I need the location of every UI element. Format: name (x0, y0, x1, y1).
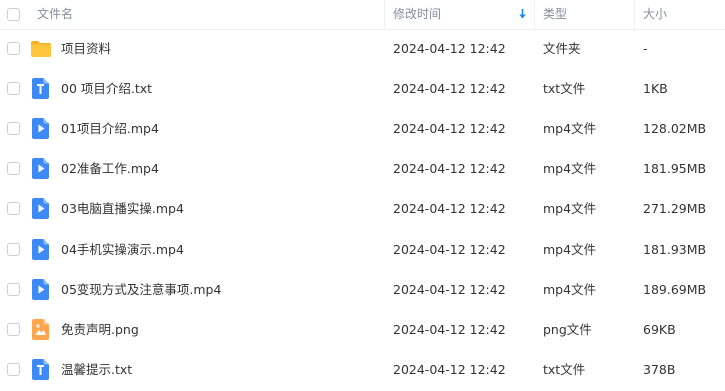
file-row[interactable]: 00 项目介绍.txt 2024-04-12 12:42 txt文件 1KB (0, 69, 725, 109)
row-checkbox[interactable] (7, 202, 20, 216)
file-name[interactable]: 项目资料 (61, 29, 111, 69)
file-size: 189.69MB (643, 281, 707, 297)
file-modified-time: 2024-04-12 12:42 (393, 161, 506, 177)
file-name[interactable]: 03电脑直播实操.mp4 (61, 189, 184, 229)
image-file-icon (32, 318, 49, 340)
file-modified-time: 2024-04-12 12:42 (393, 201, 506, 217)
file-size: 378B (643, 361, 676, 377)
file-name[interactable]: 04手机实操演示.mp4 (61, 230, 184, 270)
file-name[interactable]: 01项目介绍.mp4 (61, 109, 159, 149)
file-modified-time: 2024-04-12 12:42 (393, 41, 506, 56)
file-size: 271.29MB (643, 201, 707, 217)
column-divider[interactable] (534, 0, 535, 29)
file-type: png文件 (543, 321, 592, 337)
file-type: mp4文件 (543, 201, 597, 217)
row-checkbox[interactable] (7, 242, 20, 256)
video-file-icon (32, 238, 49, 260)
file-type: 文件夹 (543, 41, 581, 56)
video-file-icon (32, 278, 49, 300)
file-modified-time: 2024-04-12 12:42 (393, 241, 506, 257)
row-checkbox[interactable] (7, 122, 20, 136)
file-modified-time: 2024-04-12 12:42 (393, 281, 506, 297)
file-size: 1KB (643, 81, 668, 97)
video-file-icon (32, 198, 49, 220)
file-modified-time: 2024-04-12 12:42 (393, 81, 506, 97)
column-header-type[interactable]: 类型 (543, 0, 567, 29)
file-type: mp4文件 (543, 241, 597, 257)
file-type: mp4文件 (543, 121, 597, 137)
file-row[interactable]: 05变现方式及注意事项.mp4 2024-04-12 12:42 mp4文件 189.… (0, 270, 725, 310)
file-size: 181.93MB (643, 241, 707, 257)
file-type: txt文件 (543, 361, 586, 377)
file-name[interactable]: 温馨提示.txt (61, 350, 132, 390)
file-row[interactable]: 01项目介绍.mp4 2024-04-12 12:42 mp4文件 128.02MB (0, 109, 725, 149)
file-name[interactable]: 02准备工作.mp4 (61, 149, 159, 189)
sort-down-arrow-icon[interactable] (518, 8, 527, 20)
video-file-icon (32, 118, 49, 140)
file-row[interactable]: 项目资料 2024-04-12 12:42 文件夹 - (0, 29, 725, 69)
file-size: 69KB (643, 321, 676, 337)
row-checkbox[interactable] (7, 362, 20, 376)
file-modified-time: 2024-04-12 12:42 (393, 121, 506, 137)
file-type: mp4文件 (543, 281, 597, 297)
column-header-size[interactable]: 大小 (643, 0, 667, 29)
row-checkbox[interactable] (7, 282, 20, 296)
file-type: txt文件 (543, 81, 586, 97)
file-modified-time: 2024-04-12 12:42 (393, 321, 506, 337)
row-checkbox[interactable] (7, 162, 20, 176)
row-checkbox[interactable] (7, 322, 20, 336)
file-name[interactable]: 05变现方式及注意事项.mp4 (61, 270, 221, 310)
column-divider[interactable] (384, 0, 385, 29)
file-name[interactable]: 00 项目介绍.txt (61, 69, 152, 109)
file-row[interactable]: 温馨提示.txt 2024-04-12 12:42 txt文件 378B (0, 350, 725, 390)
folder-icon (31, 41, 51, 57)
txt-file-icon (32, 358, 49, 380)
file-row[interactable]: 03电脑直播实操.mp4 2024-04-12 12:42 mp4文件 271.29M… (0, 189, 725, 229)
file-name[interactable]: 免责声明.png (61, 310, 139, 350)
column-divider[interactable] (634, 0, 635, 29)
video-file-icon (32, 158, 49, 180)
file-list-header: 文件名 修改时间 类型 大小 (0, 0, 725, 30)
select-all-checkbox[interactable] (7, 8, 20, 21)
column-header-name[interactable]: 文件名 (37, 0, 73, 29)
row-checkbox[interactable] (7, 82, 20, 96)
file-row[interactable]: 02准备工作.mp4 2024-04-12 12:42 mp4文件 181.95MB (0, 149, 725, 189)
file-type: mp4文件 (543, 161, 597, 177)
file-row[interactable]: 免责声明.png 2024-04-12 12:42 png文件 69KB (0, 310, 725, 350)
file-size: - (643, 41, 648, 56)
column-header-modified[interactable]: 修改时间 (393, 0, 441, 29)
file-row[interactable]: 04手机实操演示.mp4 2024-04-12 12:42 mp4文件 181.93M… (0, 230, 725, 270)
file-size: 181.95MB (643, 161, 707, 177)
file-modified-time: 2024-04-12 12:42 (393, 361, 506, 377)
txt-file-icon (32, 78, 49, 100)
file-size: 128.02MB (643, 121, 707, 137)
row-checkbox[interactable] (7, 42, 20, 55)
